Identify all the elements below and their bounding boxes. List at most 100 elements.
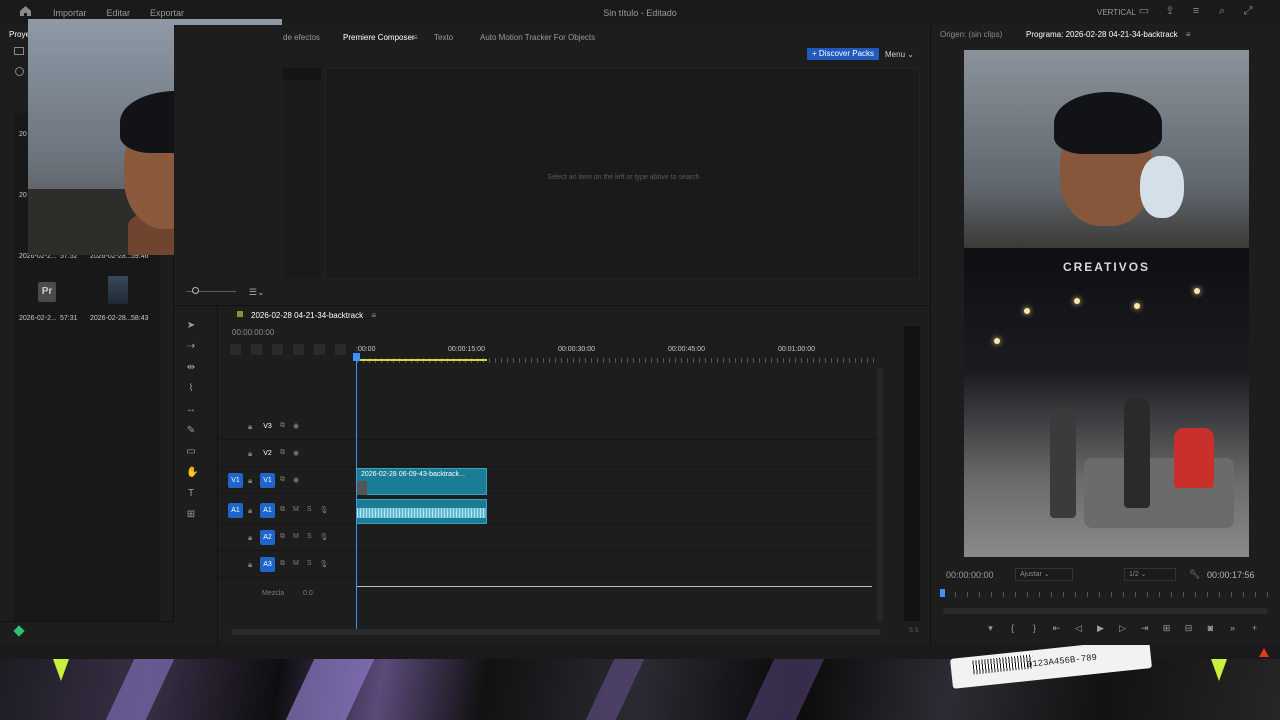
- menu-importar[interactable]: Importar: [53, 8, 87, 18]
- expand-icon[interactable]: ⤢: [1242, 5, 1254, 17]
- marker-icon[interactable]: ▾: [986, 623, 995, 634]
- menu-exportar[interactable]: Exportar: [150, 8, 184, 18]
- menu-button[interactable]: Menu ⌄: [885, 50, 914, 59]
- composer-search[interactable]: [283, 68, 321, 80]
- tab-effects[interactable]: de efectos: [283, 33, 320, 42]
- fit-select[interactable]: Ajustar ⌄: [1015, 568, 1073, 581]
- menu-editar[interactable]: Editar: [107, 8, 131, 18]
- tab-menu-icon[interactable]: ≡: [413, 33, 418, 42]
- item-label[interactable]: 2026-02-28...: [90, 315, 132, 322]
- source-patch-v1[interactable]: V1: [228, 473, 243, 488]
- search-icon[interactable]: [15, 67, 24, 76]
- mix-value[interactable]: 0.0: [303, 590, 313, 597]
- horizontal-scrollbar[interactable]: [231, 629, 881, 635]
- share-icon[interactable]: ⇪: [1164, 5, 1176, 17]
- program-zoom-scrollbar[interactable]: [943, 608, 1268, 614]
- captions-icon[interactable]: [335, 344, 346, 355]
- sequence-menu-icon[interactable]: ≡: [371, 311, 376, 320]
- quality-select[interactable]: 1/2 ⌄: [1124, 568, 1176, 581]
- eye-icon[interactable]: ◉: [293, 449, 299, 457]
- go-to-in-icon[interactable]: ⇤: [1052, 623, 1061, 634]
- lock-icon[interactable]: 🔒︎: [248, 476, 252, 486]
- snap-icon[interactable]: [251, 344, 262, 355]
- playhead-line[interactable]: [356, 355, 357, 631]
- step-back-icon[interactable]: ◁: [1074, 623, 1083, 634]
- mark-out-icon[interactable]: }: [1030, 623, 1039, 634]
- clip-thumbnail[interactable]: [108, 276, 128, 304]
- toggle-output-icon[interactable]: ⧉: [280, 560, 285, 568]
- zoom-knob[interactable]: [192, 287, 199, 294]
- track-target-a3[interactable]: A3: [260, 557, 275, 572]
- toggle-output-icon[interactable]: ⧉: [280, 476, 285, 484]
- tab-program-monitor[interactable]: Programa: 2026-02-28 04-21-34-backtrack …: [1026, 30, 1191, 39]
- overwrite-icon[interactable]: ⊟: [1184, 623, 1193, 634]
- tab-premiere-composer[interactable]: Premiere Composer: [343, 33, 415, 42]
- program-menu-icon[interactable]: ≡: [1186, 30, 1191, 39]
- step-forward-icon[interactable]: ▷: [1118, 623, 1127, 634]
- home-icon[interactable]: [19, 5, 32, 17]
- track-target-v2[interactable]: V2: [260, 446, 275, 461]
- search-icon[interactable]: ⌕: [1216, 5, 1228, 17]
- list-icon[interactable]: ≡: [1190, 5, 1202, 17]
- mic-icon[interactable]: 🎙︎: [320, 560, 329, 568]
- audio-clip[interactable]: [356, 499, 487, 524]
- hand-icon[interactable]: ✋: [186, 468, 198, 478]
- slip-icon[interactable]: ↔: [186, 405, 196, 415]
- list-view-icon[interactable]: ☰⌄: [249, 287, 265, 298]
- lock-icon[interactable]: 🔒︎: [248, 506, 252, 516]
- source-patch-a1[interactable]: A1: [228, 503, 243, 518]
- track-target-v3[interactable]: V3: [260, 419, 275, 434]
- video-clip[interactable]: 2026-02-28 06-09-43-backtrack...: [356, 468, 487, 495]
- meter-solo-label[interactable]: S S: [909, 628, 919, 634]
- warning-icon[interactable]: [1259, 648, 1269, 657]
- program-playhead[interactable]: [940, 589, 945, 597]
- tab-source-monitor[interactable]: Origen: (sin clips): [940, 30, 1002, 39]
- lock-icon[interactable]: 🔒︎: [248, 422, 252, 432]
- toggle-output-icon[interactable]: ⧉: [280, 506, 285, 514]
- toggle-output-icon[interactable]: ⧉: [280, 422, 285, 430]
- program-playhead-timecode[interactable]: 00:00:00:00: [946, 570, 994, 580]
- eye-icon[interactable]: ◉: [293, 422, 299, 430]
- sequence-timecode[interactable]: 00:00:00:00: [232, 328, 274, 337]
- solo-icon[interactable]: S: [307, 560, 312, 568]
- sequence-tab[interactable]: 2026-02-28 04-21-34-backtrack ≡: [237, 311, 376, 320]
- premiere-project-icon[interactable]: Pr: [38, 282, 56, 302]
- vertical-scrollbar[interactable]: [877, 368, 883, 623]
- project-tab[interactable]: Proye: [9, 30, 30, 39]
- export-frame-icon[interactable]: ◙: [1206, 623, 1215, 634]
- more-icon[interactable]: »: [1228, 623, 1237, 634]
- selection-tool-icon[interactable]: ➤: [186, 321, 196, 331]
- marker-icon[interactable]: [293, 344, 304, 355]
- play-icon[interactable]: ▶: [1096, 623, 1105, 634]
- track-target-a1[interactable]: A1: [260, 503, 275, 518]
- mute-icon[interactable]: M: [293, 506, 299, 514]
- pen-icon[interactable]: ✎: [186, 426, 196, 436]
- lock-icon[interactable]: 🔒︎: [248, 560, 252, 570]
- solo-icon[interactable]: S: [307, 506, 312, 514]
- tab-texto[interactable]: Texto: [434, 33, 453, 42]
- program-video-frame[interactable]: CREATIVOS: [964, 50, 1249, 557]
- item-label[interactable]: 2026-02-2...: [19, 315, 57, 322]
- solo-icon[interactable]: S: [307, 533, 312, 541]
- mark-in-icon[interactable]: {: [1008, 623, 1017, 634]
- track-target-a2[interactable]: A2: [260, 530, 275, 545]
- razor-icon[interactable]: ⌇: [186, 384, 196, 394]
- lock-icon[interactable]: 🔒︎: [248, 449, 252, 459]
- nest-icon[interactable]: [230, 344, 241, 355]
- folder-icon[interactable]: [14, 47, 24, 55]
- lock-icon[interactable]: 🔒︎: [248, 533, 252, 543]
- eye-icon[interactable]: ◉: [293, 476, 299, 484]
- toggle-output-icon[interactable]: ⧉: [280, 449, 285, 457]
- mute-icon[interactable]: M: [293, 533, 299, 541]
- tab-auto-motion-tracker[interactable]: Auto Motion Tracker For Objects: [480, 33, 595, 42]
- work-area-bar[interactable]: [357, 359, 487, 361]
- pencil-icon[interactable]: [13, 625, 25, 637]
- settings-icon[interactable]: [314, 344, 325, 355]
- type-icon[interactable]: T: [186, 489, 196, 499]
- program-ruler[interactable]: [943, 592, 1268, 597]
- rectangle-icon[interactable]: ▭: [186, 447, 196, 457]
- ripple-edit-icon[interactable]: ⇹: [186, 363, 196, 373]
- insert-icon[interactable]: ⊞: [1162, 623, 1171, 634]
- mic-icon[interactable]: 🎙︎: [320, 506, 329, 514]
- wrench-icon[interactable]: 🔧︎: [1189, 569, 1200, 580]
